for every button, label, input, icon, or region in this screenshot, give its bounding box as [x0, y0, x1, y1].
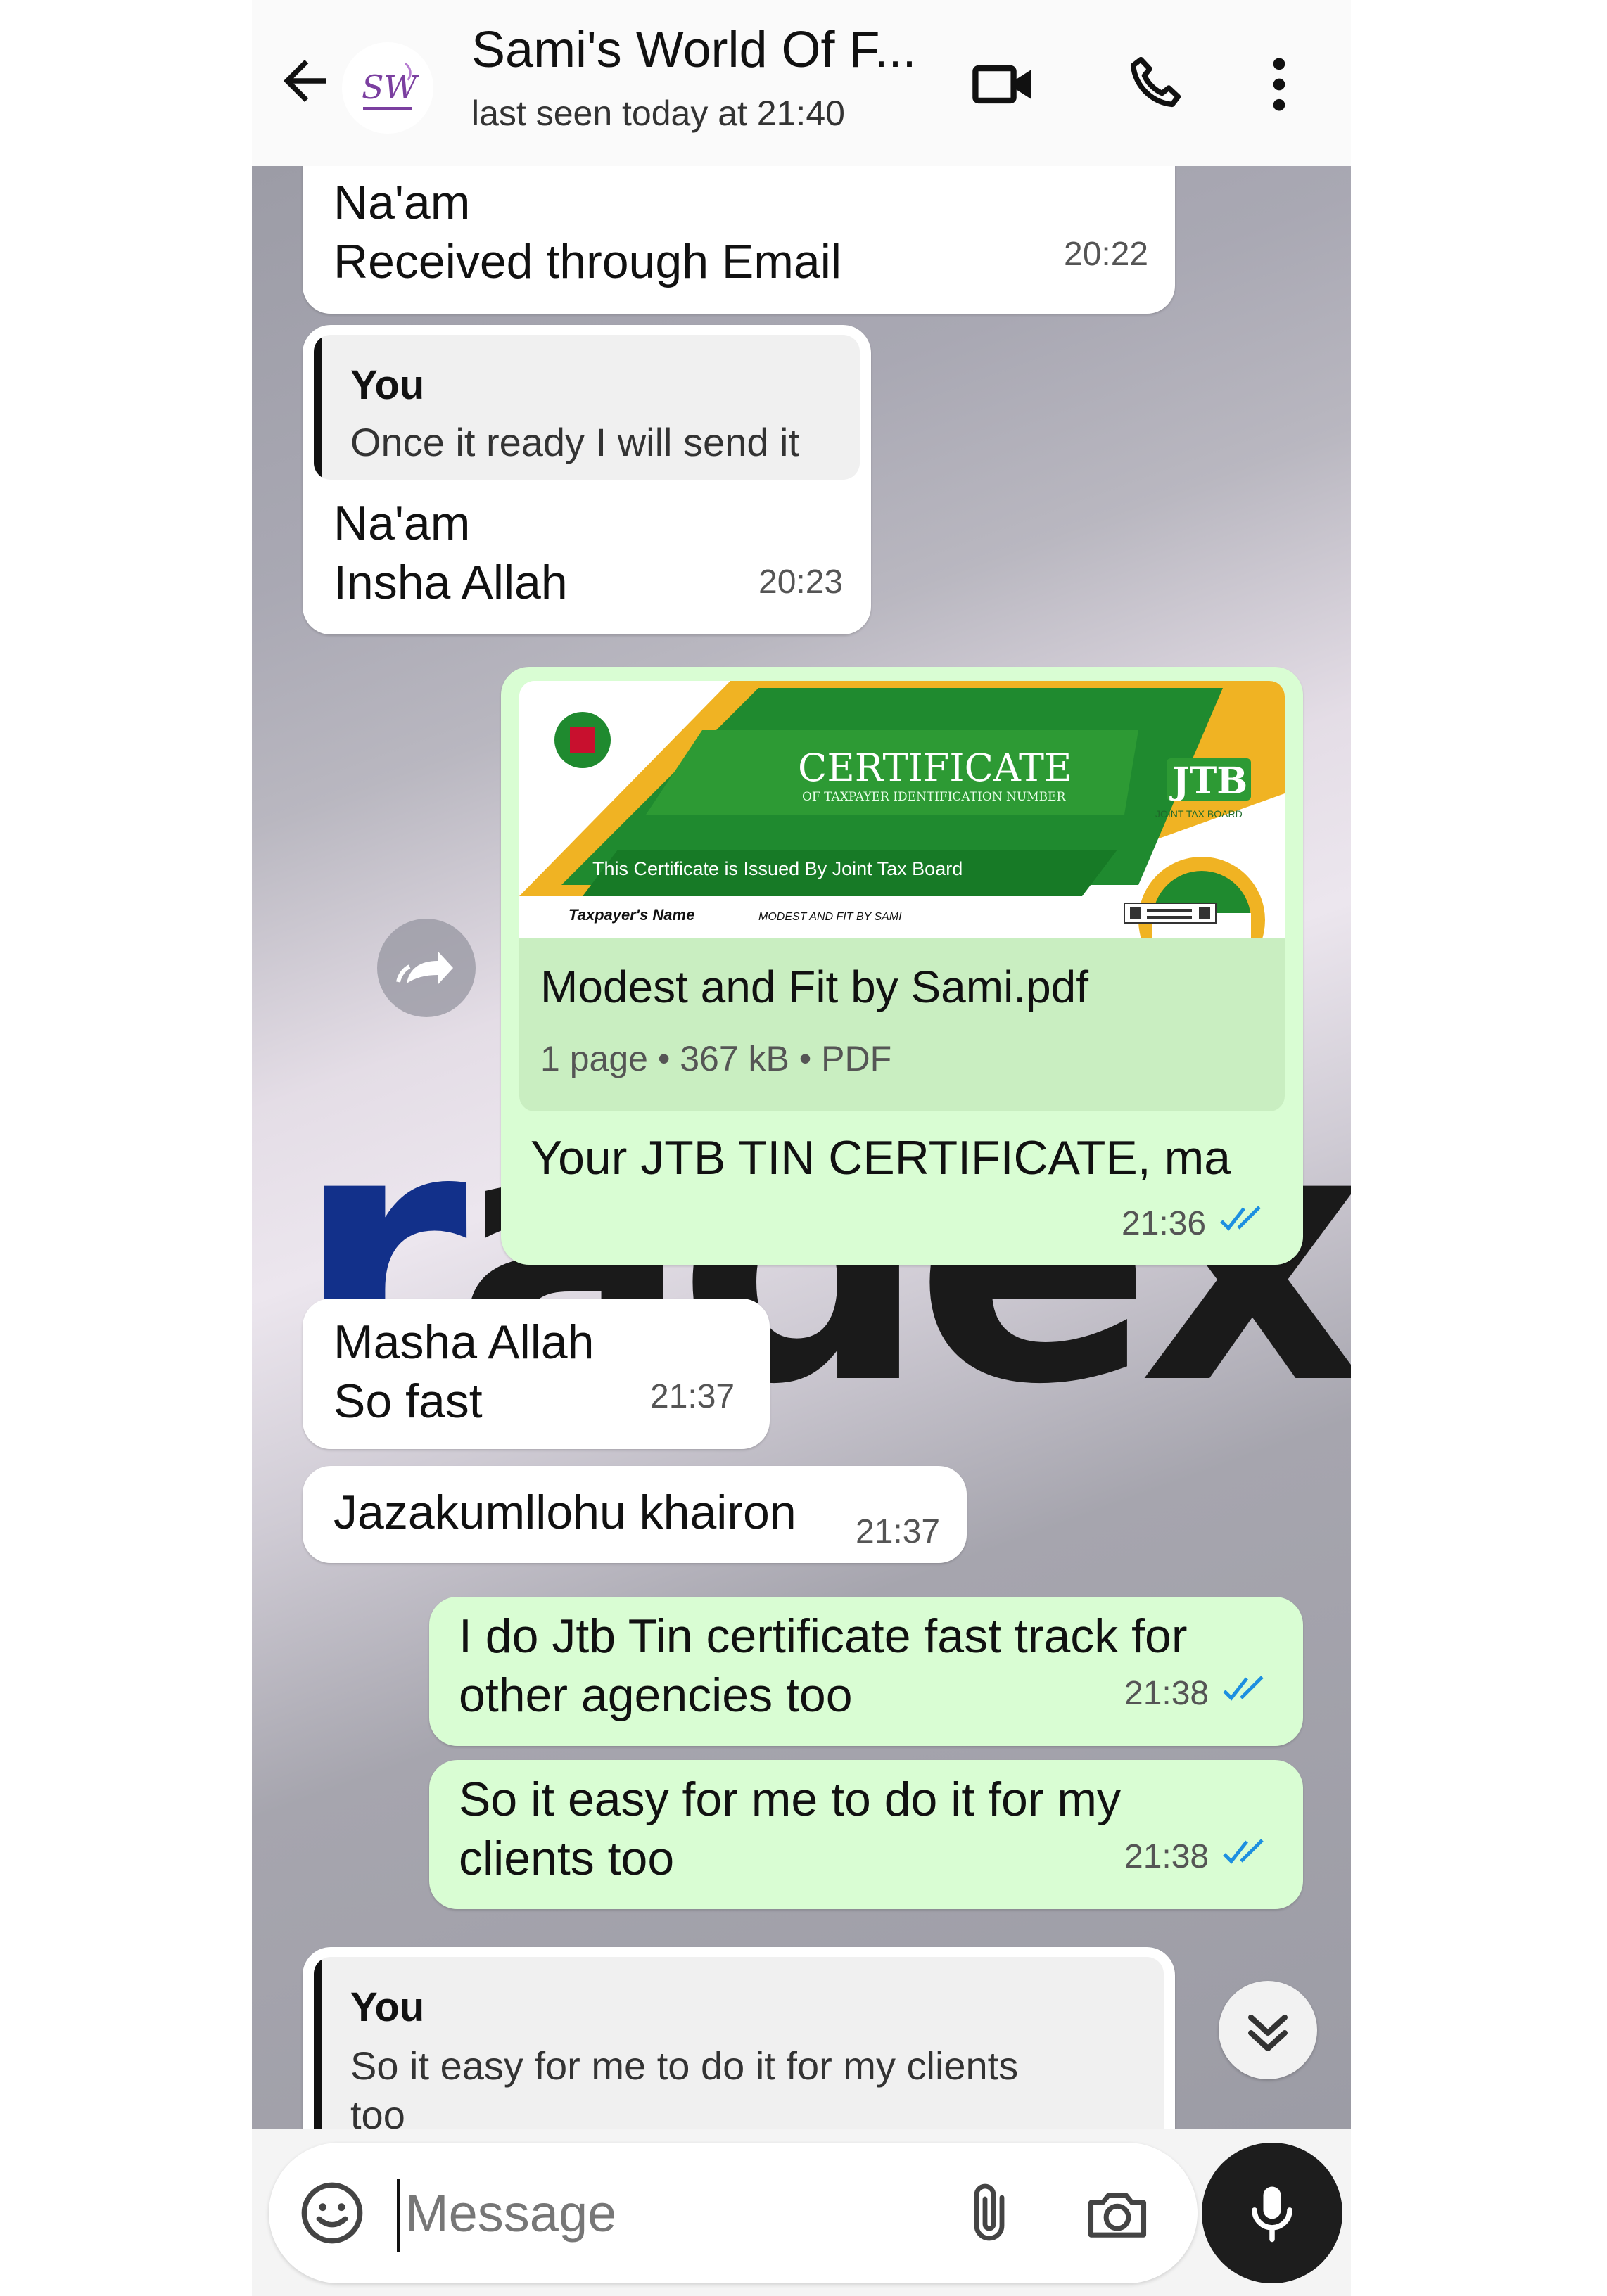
message-time: 21:37	[856, 1513, 941, 1550]
chat-title[interactable]: Sami's World Of F...	[471, 21, 917, 79]
video-call-icon[interactable]	[968, 49, 1038, 120]
back-arrow-icon[interactable]	[273, 49, 336, 113]
emoji-icon[interactable]	[297, 2178, 367, 2248]
scroll-down-icon	[1248, 2015, 1288, 2051]
avatar[interactable]: SW	[342, 42, 433, 134]
certificate-title: CERTIFICATE	[798, 746, 1072, 790]
certificate-brand: JTB	[1169, 760, 1247, 803]
quote-author: You	[350, 362, 425, 408]
quote-bar	[314, 1957, 322, 2129]
message-time: 21:36	[1122, 1205, 1207, 1242]
text-cursor	[397, 2179, 400, 2252]
message-bubble-outgoing[interactable]: CERTIFICATE OF TAXPAYER IDENTIFICATION N…	[501, 667, 1303, 1265]
certificate-brand-sub: JOINT TAX BOARD	[1155, 808, 1243, 819]
forward-icon	[396, 951, 453, 985]
message-time: 20:22	[1064, 236, 1149, 273]
quote-author: You	[350, 1984, 425, 2030]
message-bubble-incoming[interactable]: You So it easy for me to do it for my cl…	[303, 1947, 1175, 2129]
message-text: Jazakumllohu khairon	[334, 1486, 796, 1539]
certificate-banner: This Certificate is Issued By Joint Tax …	[592, 858, 963, 879]
message-text: I do Jtb Tin certificate fast track for …	[459, 1609, 1188, 1722]
certificate-name-value: MODEST AND FIT BY SAMI	[758, 911, 902, 923]
message-composer[interactable]: Message	[269, 2143, 1198, 2283]
scroll-to-bottom-button[interactable]	[1219, 1981, 1317, 2079]
message-bubble-incoming[interactable]: You Once it ready I will send it Na'am I…	[303, 325, 871, 634]
message-time: 21:37	[650, 1378, 735, 1415]
message-bubble-incoming[interactable]: Jazakumllohu khairon 21:37	[303, 1466, 967, 1563]
message-bubble-incoming[interactable]: Masha Allah So fast 21:37	[303, 1299, 770, 1449]
certificate-subtitle: OF TAXPAYER IDENTIFICATION NUMBER	[802, 790, 1067, 804]
message-text: Na'am Insha Allah	[334, 497, 568, 609]
read-ticks-icon	[1220, 1206, 1261, 1231]
message-text: Na'am Received through Email	[334, 176, 841, 288]
avatar-logo-icon: SW	[344, 44, 431, 132]
last-seen-status: last seen today at 21:40	[471, 94, 845, 133]
message-bubble-incoming[interactable]: Na'am Received through Email 20:22	[303, 166, 1175, 314]
quoted-message[interactable]: You Once it ready I will send it	[314, 335, 860, 480]
read-ticks-icon	[1223, 1676, 1264, 1701]
document-info[interactable]: Modest and Fit by Sami.pdf 1 page • 367 …	[519, 938, 1285, 1111]
camera-icon[interactable]	[1082, 2179, 1152, 2250]
message-list[interactable]: radex Na'am Received through Email 20:22…	[252, 166, 1351, 2129]
quote-text: So it easy for me to do it for my client…	[350, 2043, 1019, 2129]
message-bubble-outgoing[interactable]: I do Jtb Tin certificate fast track for …	[429, 1597, 1303, 1746]
message-text: Your JTB TIN CERTIFICATE, ma	[531, 1131, 1231, 1185]
message-time: 21:38	[1124, 1838, 1209, 1875]
chat-screen: SW Sami's World Of F... last seen today …	[252, 0, 1351, 2296]
certificate-preview: CERTIFICATE OF TAXPAYER IDENTIFICATION N…	[519, 681, 1285, 938]
forward-button[interactable]	[377, 919, 476, 1017]
more-options-icon[interactable]	[1244, 49, 1314, 120]
message-time: 21:38	[1124, 1675, 1209, 1712]
voice-message-button[interactable]	[1202, 2143, 1342, 2283]
mic-icon	[1252, 2186, 1292, 2243]
message-text: So it easy for me to do it for my client…	[459, 1773, 1122, 1885]
voice-call-icon[interactable]	[1122, 49, 1192, 120]
message-input[interactable]: Message	[405, 2183, 616, 2243]
quote-text: Once it ready I will send it	[350, 420, 800, 464]
message-text: Masha Allah So fast	[334, 1315, 595, 1428]
document-meta: 1 page • 367 kB • PDF	[540, 1039, 892, 1078]
message-bubble-outgoing[interactable]: So it easy for me to do it for my client…	[429, 1760, 1303, 1909]
quote-bar	[314, 335, 322, 480]
document-preview[interactable]: CERTIFICATE OF TAXPAYER IDENTIFICATION N…	[519, 681, 1285, 938]
quoted-message[interactable]: You So it easy for me to do it for my cl…	[314, 1957, 1164, 2129]
attach-icon[interactable]	[955, 2179, 1023, 2247]
document-filename: Modest and Fit by Sami.pdf	[540, 962, 1089, 1012]
certificate-name-label: Taxpayer's Name	[569, 906, 694, 924]
message-time: 20:23	[758, 563, 844, 601]
read-ticks-icon	[1223, 1839, 1264, 1864]
chat-header: SW Sami's World Of F... last seen today …	[252, 0, 1351, 166]
